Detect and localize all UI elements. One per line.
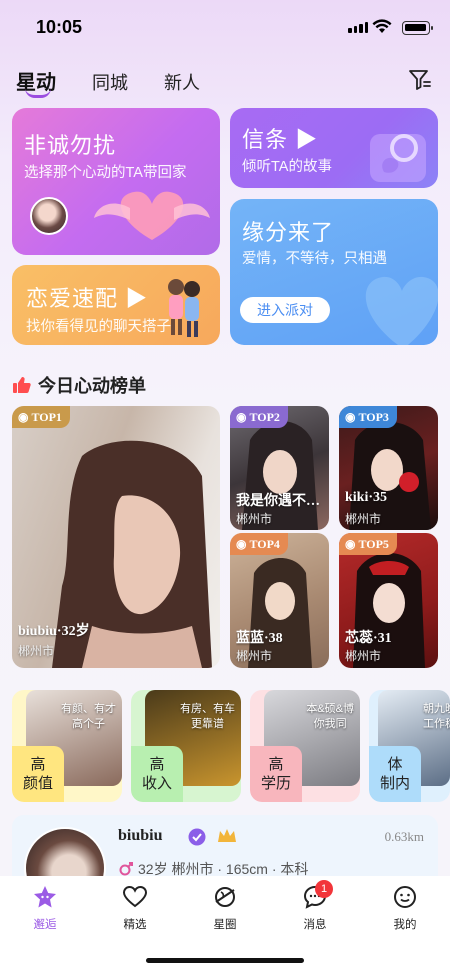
profile-distance: 0.63km [384,829,424,844]
card-subtitle: 找你看得见的聊天搭子 [26,319,171,335]
category-high-looks[interactable]: 有颜、有才 高个子 高 颜值 [12,690,122,802]
female-icon [119,862,133,876]
winged-heart-icon [94,191,210,240]
battery-icon [402,21,433,35]
rank-card-top3[interactable]: ◉ TOP3 kiki·35 郴州市 [339,406,438,530]
filter-icon[interactable] [408,68,432,92]
nav-label: 消息 [303,919,327,931]
profile-name: biubiu [118,827,163,844]
rank-name: biubiu·32岁 [18,624,90,639]
medal-icon: ◉ [236,537,247,551]
cellular-signal-icon [348,22,368,33]
rank-name: 芯蕊·31 [345,631,392,646]
card-title: 信条 ▶ [242,127,319,152]
rank-badge: ◉ TOP4 [230,533,288,555]
status-bar: 10:05 [0,0,450,58]
magnifier-icon [370,134,426,182]
card-subtitle: 倾听TA的故事 [242,159,332,175]
tab-xinren[interactable]: 新人 [164,69,200,95]
unread-badge: 1 [315,880,333,898]
speed-match-card[interactable]: 恋爱速配 ▶ 找你看得见的聊天搭子 [12,265,220,345]
nav-label: 精选 [123,919,147,931]
status-time: 10:05 [36,17,83,37]
rank-city: 郴州市 [18,644,55,658]
planet-icon [215,887,235,907]
card-title: 恋爱速配 ▶ [26,286,149,311]
category-label: 高 颜值 [12,746,64,802]
wifi-icon [372,19,392,33]
category-label: 高 学历 [250,746,302,802]
tab-tongcheng[interactable]: 同城 [92,69,128,95]
category-caption: 有颜、有才 高个子 [61,703,116,730]
letters-card[interactable]: 信条 ▶ 倾听TA的故事 [230,108,438,188]
category-civil-service[interactable]: 朝九晚 工作稳 体 制内 [369,690,450,802]
star-face-icon [34,886,56,908]
enter-party-button[interactable]: 进入派对 [240,297,330,323]
category-caption: 本&硕&博 你我同 [306,703,354,730]
nav-xiehou[interactable]: 邂逅 [15,884,75,932]
couple-illustration-icon [168,279,200,337]
category-label: 高 收入 [131,746,183,802]
nav-xiaoxi[interactable]: 1 消息 [285,880,345,932]
rank-city: 郴州市 [236,649,273,663]
top-tabs: 星动 同城 新人 [16,66,200,98]
heart-icon [122,885,148,908]
thumbs-up-icon [13,377,31,393]
rank-city: 郴州市 [345,649,382,663]
home-indicator[interactable] [146,958,304,963]
rank-name: 蓝蓝·38 [236,631,283,646]
rank-name: kiki·35 [345,490,388,505]
heart-decoration-icon [365,276,438,345]
rank-city: 郴州市 [345,512,382,526]
category-caption: 有房、有车 更靠谱 [180,703,235,730]
rank-card-top5[interactable]: ◉ TOP5 芯蕊·31 郴州市 [339,533,438,668]
smile-icon [394,886,416,908]
nav-wode[interactable]: 我的 [375,884,435,932]
category-high-income[interactable]: 有房、有车 更靠谱 高 收入 [131,690,241,802]
category-label: 体 制内 [369,746,421,802]
rank-badge: ◉ TOP3 [339,406,397,428]
tab-xingdong[interactable]: 星动 [16,66,56,98]
crown-icon [218,829,236,842]
avatar [30,197,68,235]
rank-badge: ◉ TOP2 [230,406,288,428]
medal-icon: ◉ [18,410,29,424]
rank-city: 郴州市 [236,512,273,526]
fate-card[interactable]: 缘分来了 爱情，不等待，只相遇 进入派对 [230,199,438,345]
nav-xingquan[interactable]: 星圈 [195,884,255,932]
rank-card-top4[interactable]: ◉ TOP4 蓝蓝·38 郴州市 [230,533,329,668]
medal-icon: ◉ [345,410,356,424]
rank-name: 我是你遇不… [236,494,320,509]
medal-icon: ◉ [345,537,356,551]
ranking-section-title: 今日心动榜单 [12,372,146,398]
nav-jingxuan[interactable]: 精选 [105,884,165,932]
no-disturb-card[interactable]: 非诚勿扰 选择那个心动的TA带回家 [12,108,220,255]
rank-card-top2[interactable]: ◉ TOP2 我是你遇不… 郴州市 [230,406,329,530]
verified-icon [188,828,206,846]
nav-label: 星圈 [213,919,237,931]
nav-label: 我的 [393,919,417,931]
nav-label: 邂逅 [33,919,57,931]
category-high-education[interactable]: 本&硕&博 你我同 高 学历 [250,690,360,802]
card-title: 缘分来了 [242,220,335,245]
rank-badge: ◉ TOP5 [339,533,397,555]
ranking-title: 今日心动榜单 [38,376,146,396]
category-caption: 朝九晚 工作稳 [423,703,450,730]
medal-icon: ◉ [236,410,247,424]
card-title: 非诚勿扰 [24,133,117,158]
rank-card-top1[interactable]: ◉ TOP1 biubiu·32岁 郴州市 [12,406,220,668]
rank-badge: ◉ TOP1 [12,406,70,428]
